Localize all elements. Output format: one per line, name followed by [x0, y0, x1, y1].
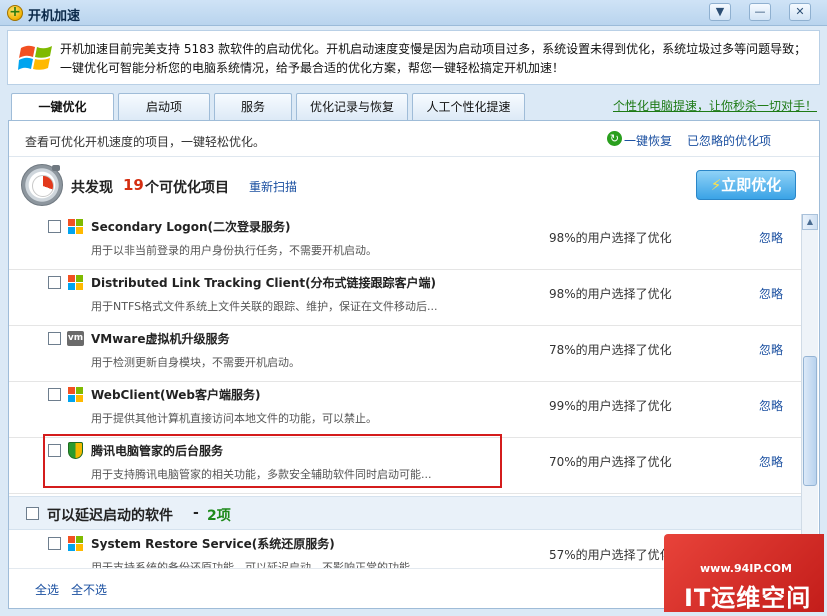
windows-flag-icon [67, 386, 84, 403]
scroll-thumb[interactable] [803, 356, 817, 486]
tab-history-restore[interactable]: 优化记录与恢复 [296, 93, 408, 121]
item-checkbox[interactable] [48, 332, 61, 345]
item-percentage: 98%的用户选择了优化 [549, 231, 672, 245]
item-title: Distributed Link Tracking Client(分布式链接跟踪… [91, 276, 437, 290]
list-item[interactable]: Distributed Link Tracking Client(分布式链接跟踪… [9, 270, 801, 326]
scroll-up-arrow-icon[interactable]: ▲ [802, 214, 818, 230]
section-count: 2项 [207, 508, 231, 524]
lightning-icon: ⚡ [710, 176, 722, 194]
tab-manual-speedup[interactable]: 人工个性化提速 [412, 93, 525, 121]
item-percentage: 70%的用户选择了优化 [549, 455, 672, 469]
item-description: 用于以非当前登录的用户身份执行任务，不需要开机启动。 [91, 244, 377, 257]
minimize-button[interactable]: — [749, 3, 771, 21]
item-checkbox[interactable] [48, 388, 61, 401]
optimization-list: Secondary Logon(二次登录服务) 用于以非当前登录的用户身份执行任… [9, 214, 801, 568]
personalized-speedup-link[interactable]: 个性化电脑提速，让你秒杀一切对手！ [613, 97, 817, 114]
vmware-icon: vm [67, 330, 84, 347]
section-checkbox[interactable] [26, 507, 39, 520]
section-dash: - [193, 505, 199, 521]
restore-arrow-icon[interactable]: ↻ [607, 131, 622, 146]
highlight-box [43, 434, 502, 488]
optimize-now-label: 立即优化 [721, 176, 782, 194]
tab-services[interactable]: 服务 [214, 93, 292, 121]
item-description: 用于提供其他计算机直接访问本地文件的功能，可以禁止。 [91, 412, 377, 425]
section-title: 可以延迟启动的软件 [47, 508, 173, 524]
rescan-link[interactable]: 重新扫描 [249, 178, 297, 195]
optimize-now-button[interactable]: ⚡立即优化 [696, 170, 796, 200]
window-title: 开机加速 [28, 9, 81, 24]
scan-summary: 共发现 19 个可优化项目 重新扫描 ⚡立即优化 [9, 158, 819, 214]
tab-startup-items[interactable]: 启动项 [118, 93, 210, 121]
item-title: System Restore Service(系统还原服务) [91, 537, 335, 551]
item-checkbox[interactable] [48, 537, 61, 550]
ignore-link[interactable]: 忽略 [759, 285, 783, 302]
app-plus-icon: + [7, 5, 23, 21]
item-description: 用于检测更新自身模块，不需要开机启动。 [91, 356, 300, 369]
select-none-link[interactable]: 全不选 [71, 581, 107, 598]
item-title: WebClient(Web客户端服务) [91, 388, 261, 402]
item-description: 用于支持系统的备份还原功能，可以延迟启动，不影响正常的功能 [91, 561, 410, 568]
ignore-link[interactable]: 忽略 [759, 397, 783, 414]
item-title: Secondary Logon(二次登录服务) [91, 220, 291, 234]
item-checkbox[interactable] [48, 276, 61, 289]
windows-flag-icon [67, 274, 84, 291]
item-title: VMware虚拟机升级服务 [91, 332, 230, 346]
list-scrollbar[interactable]: ▲ ▼ [801, 214, 818, 568]
summary-count: 19 [123, 176, 144, 194]
list-item[interactable]: vm VMware虚拟机升级服务 用于检测更新自身模块，不需要开机启动。 78%… [9, 326, 801, 382]
windows-flag-icon [67, 535, 84, 552]
delayed-start-section: 可以延迟启动的软件 - 2项 [9, 496, 801, 530]
close-button[interactable]: ✕ [789, 3, 811, 21]
select-all-link[interactable]: 全选 [35, 581, 59, 598]
info-banner: 开机加速目前完美支持 5183 款软件的启动优化。开机启动速度变慢是因为启动项目… [7, 30, 820, 85]
ignore-link[interactable]: 忽略 [759, 453, 783, 470]
ignore-link[interactable]: 忽略 [759, 229, 783, 246]
windows-logo-icon [18, 45, 52, 70]
watermark-title: IT运维空间 [684, 584, 812, 612]
tab-one-click-optimize[interactable]: 一键优化 [11, 93, 114, 122]
item-percentage: 98%的用户选择了优化 [549, 287, 672, 301]
watermark-url: www.94IP.COM [700, 562, 792, 575]
ignore-link[interactable]: 忽略 [759, 341, 783, 358]
watermark: www.94IP.COM IT运维空间 [664, 534, 824, 612]
list-item[interactable]: WebClient(Web客户端服务) 用于提供其他计算机直接访问本地文件的功能… [9, 382, 801, 438]
stopwatch-icon [21, 164, 63, 206]
subheader-description: 查看可优化开机速度的项目，一键轻松优化。 [25, 135, 266, 149]
menu-dropdown-button[interactable]: ▼ [709, 3, 731, 21]
subheader: 查看可优化开机速度的项目，一键轻松优化。 ↻ 一键恢复 已忽略的优化项 [9, 121, 819, 157]
title-bar[interactable]: + 开机加速 ▼ — ✕ [0, 0, 827, 26]
item-percentage: 78%的用户选择了优化 [549, 343, 672, 357]
summary-suffix: 个可优化项目 [145, 180, 229, 196]
summary-prefix: 共发现 [71, 180, 113, 196]
banner-text: 开机加速目前完美支持 5183 款软件的启动优化。开机启动速度变慢是因为启动项目… [60, 42, 807, 75]
item-percentage: 57%的用户选择了优化 [549, 548, 672, 562]
item-percentage: 99%的用户选择了优化 [549, 399, 672, 413]
item-description: 用于NTFS格式文件系统上文件关联的跟踪、维护，保证在文件移动后... [91, 300, 438, 313]
one-click-restore-link[interactable]: 一键恢复 [624, 132, 672, 149]
item-checkbox[interactable] [48, 220, 61, 233]
ignored-items-link[interactable]: 已忽略的优化项 [687, 132, 771, 149]
windows-flag-icon [67, 218, 84, 235]
list-item[interactable]: Secondary Logon(二次登录服务) 用于以非当前登录的用户身份执行任… [9, 214, 801, 270]
